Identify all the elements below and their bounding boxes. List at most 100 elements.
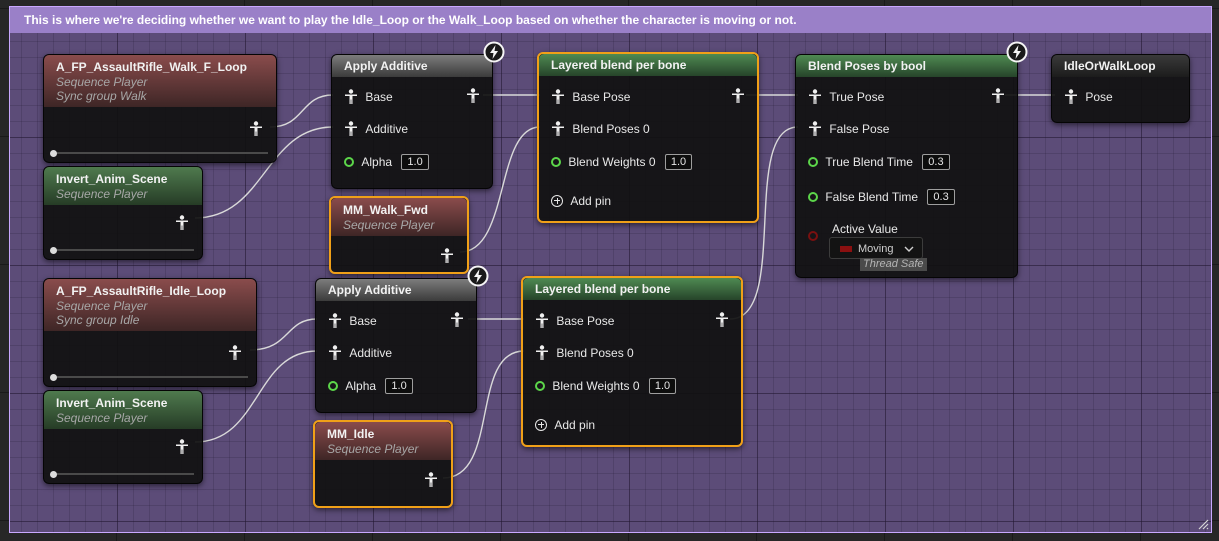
alpha-value-field[interactable]: 1.0 (401, 153, 429, 170)
base-pin-row[interactable]: Base (328, 310, 464, 330)
node-title: Invert_Anim_Scene (56, 396, 168, 410)
float-pin-icon[interactable] (808, 191, 818, 202)
true-blend-time-field[interactable]: 0.3 (922, 153, 950, 170)
pose-output-pin-icon[interactable] (715, 312, 729, 328)
pose-pin-icon[interactable] (808, 121, 822, 137)
comment-title[interactable]: This is where we're deciding whether we … (10, 7, 1211, 33)
true-pose-pin-row[interactable]: True Pose (808, 86, 1005, 106)
pose-pin-icon[interactable] (328, 345, 342, 361)
pose-output-pin-icon[interactable] (731, 88, 745, 104)
time-slider-track[interactable] (52, 249, 194, 251)
additive-pin-row[interactable]: Additive (328, 342, 464, 362)
time-slider-knob[interactable] (50, 247, 57, 254)
pose-pin-icon[interactable] (344, 121, 358, 137)
time-slider-knob[interactable] (50, 374, 57, 381)
add-pin-icon[interactable] (551, 194, 563, 207)
alpha-value-field[interactable]: 1.0 (385, 377, 413, 394)
pose-pin-row[interactable]: Pose (1064, 86, 1177, 106)
pose-output-pin-icon[interactable] (991, 88, 1005, 104)
active-value-pin-row[interactable]: Active Value (808, 219, 1005, 241)
pin-label: Additive (349, 345, 393, 360)
invert-anim-scene-node[interactable]: Invert_Anim_Scene Sequence Player (43, 166, 203, 260)
float-pin-icon[interactable] (344, 156, 354, 167)
layered-blend-per-bone-node[interactable]: Layered blend per bone Base Pose Blend P… (537, 52, 759, 223)
blend-poses-by-bool-node[interactable]: Blend Poses by bool True Pose False Pose… (795, 54, 1018, 278)
node-title: Layered blend per bone (523, 278, 741, 300)
walk-sequence-player-node[interactable]: A_FP_AssaultRifle_Walk_F_Loop Sequence P… (43, 54, 277, 163)
invert-anim-scene-node[interactable]: Invert_Anim_Scene Sequence Player (43, 390, 203, 484)
bool-pin-icon[interactable] (808, 231, 818, 241)
enum-color-swatch (840, 246, 852, 252)
mm-idle-node[interactable]: MM_Idle Sequence Player (313, 420, 453, 508)
node-title: Apply Additive (316, 279, 476, 301)
node-title: A_FP_AssaultRifle_Idle_Loop (56, 284, 227, 298)
time-slider-track[interactable] (52, 376, 248, 378)
dropdown-selected-value: Moving (858, 243, 894, 255)
blend-poses-pin-row[interactable]: Blend Poses 0 (551, 118, 745, 138)
layered-blend-per-bone-node[interactable]: Layered blend per bone Base Pose Blend P… (521, 276, 743, 447)
pose-pin-icon[interactable] (535, 313, 549, 329)
pose-pin-icon[interactable] (808, 89, 822, 105)
mm-walk-fwd-node[interactable]: MM_Walk_Fwd Sequence Player (329, 196, 469, 274)
resize-grip-icon[interactable] (1197, 518, 1209, 530)
pose-pin-icon[interactable] (551, 89, 565, 105)
pose-output-pin-icon[interactable] (450, 312, 464, 328)
idle-sequence-player-node[interactable]: A_FP_AssaultRifle_Idle_Loop Sequence Pla… (43, 278, 257, 387)
pose-pin-icon[interactable] (228, 345, 242, 361)
time-slider-track[interactable] (52, 152, 268, 154)
time-slider-knob[interactable] (50, 471, 57, 478)
base-pose-pin-row[interactable]: Base Pose (551, 86, 745, 106)
pin-label: Base (365, 89, 393, 104)
add-pin-button[interactable]: Add pin (535, 414, 729, 434)
add-pin-label: Add pin (554, 417, 596, 432)
blend-weights-pin-row[interactable]: Blend Weights 0 1.0 (535, 375, 729, 395)
active-value-dropdown[interactable]: Moving (829, 237, 923, 259)
blend-weights-pin-row[interactable]: Blend Weights 0 1.0 (551, 151, 745, 171)
pose-pin-icon[interactable] (175, 439, 189, 455)
pin-label: False Pose (829, 121, 890, 136)
float-pin-icon[interactable] (328, 380, 338, 391)
apply-additive-node[interactable]: Apply Additive Base Additive Alpha 1.0 (315, 278, 477, 413)
node-title: Layered blend per bone (539, 54, 757, 76)
true-blend-time-pin-row[interactable]: True Blend Time 0.3 (808, 151, 1005, 171)
add-pin-button[interactable]: Add pin (551, 190, 745, 210)
pin-label: Blend Poses 0 (572, 121, 650, 136)
time-slider-knob[interactable] (50, 150, 57, 157)
base-pose-pin-row[interactable]: Base Pose (535, 310, 729, 330)
additive-pin-row[interactable]: Additive (344, 118, 480, 138)
blend-weight-value-field[interactable]: 1.0 (648, 377, 677, 394)
pin-label: Blend Weights 0 (568, 154, 656, 169)
node-title: Invert_Anim_Scene (56, 172, 168, 186)
float-pin-icon[interactable] (808, 156, 818, 167)
alpha-pin-row[interactable]: Alpha 1.0 (328, 375, 464, 395)
blend-weight-value-field[interactable]: 1.0 (664, 153, 693, 170)
pose-pin-icon[interactable] (535, 345, 549, 361)
pose-pin-icon[interactable] (175, 215, 189, 231)
pin-label: Base Pose (572, 89, 631, 104)
float-pin-icon[interactable] (551, 156, 561, 167)
node-title: MM_Walk_Fwd (343, 203, 428, 217)
pose-pin-icon[interactable] (440, 248, 454, 264)
pose-pin-icon[interactable] (249, 121, 263, 137)
false-pose-pin-row[interactable]: False Pose (808, 118, 1005, 138)
node-title: Apply Additive (332, 55, 492, 77)
sync-group: Sync group Walk (56, 89, 147, 103)
apply-additive-node[interactable]: Apply Additive Base Additive Alpha 1.0 (331, 54, 493, 189)
output-pose-node[interactable]: IdleOrWalkLoop Pose (1051, 54, 1190, 123)
pose-pin-icon[interactable] (424, 472, 438, 488)
float-pin-icon[interactable] (535, 380, 545, 391)
pose-pin-icon[interactable] (551, 121, 565, 137)
blend-poses-pin-row[interactable]: Blend Poses 0 (535, 342, 729, 362)
add-pin-icon[interactable] (535, 418, 547, 431)
false-blend-time-field[interactable]: 0.3 (927, 188, 955, 205)
node-type: Sequence Player (56, 411, 148, 425)
pose-output-pin-icon[interactable] (466, 88, 480, 104)
add-pin-label: Add pin (570, 193, 612, 208)
pose-pin-icon[interactable] (328, 313, 342, 329)
pose-pin-icon[interactable] (344, 89, 358, 105)
base-pin-row[interactable]: Base (344, 86, 480, 106)
false-blend-time-pin-row[interactable]: False Blend Time 0.3 (808, 186, 1005, 206)
pose-pin-icon[interactable] (1064, 89, 1078, 105)
alpha-pin-row[interactable]: Alpha 1.0 (344, 151, 480, 171)
time-slider-track[interactable] (52, 473, 194, 475)
